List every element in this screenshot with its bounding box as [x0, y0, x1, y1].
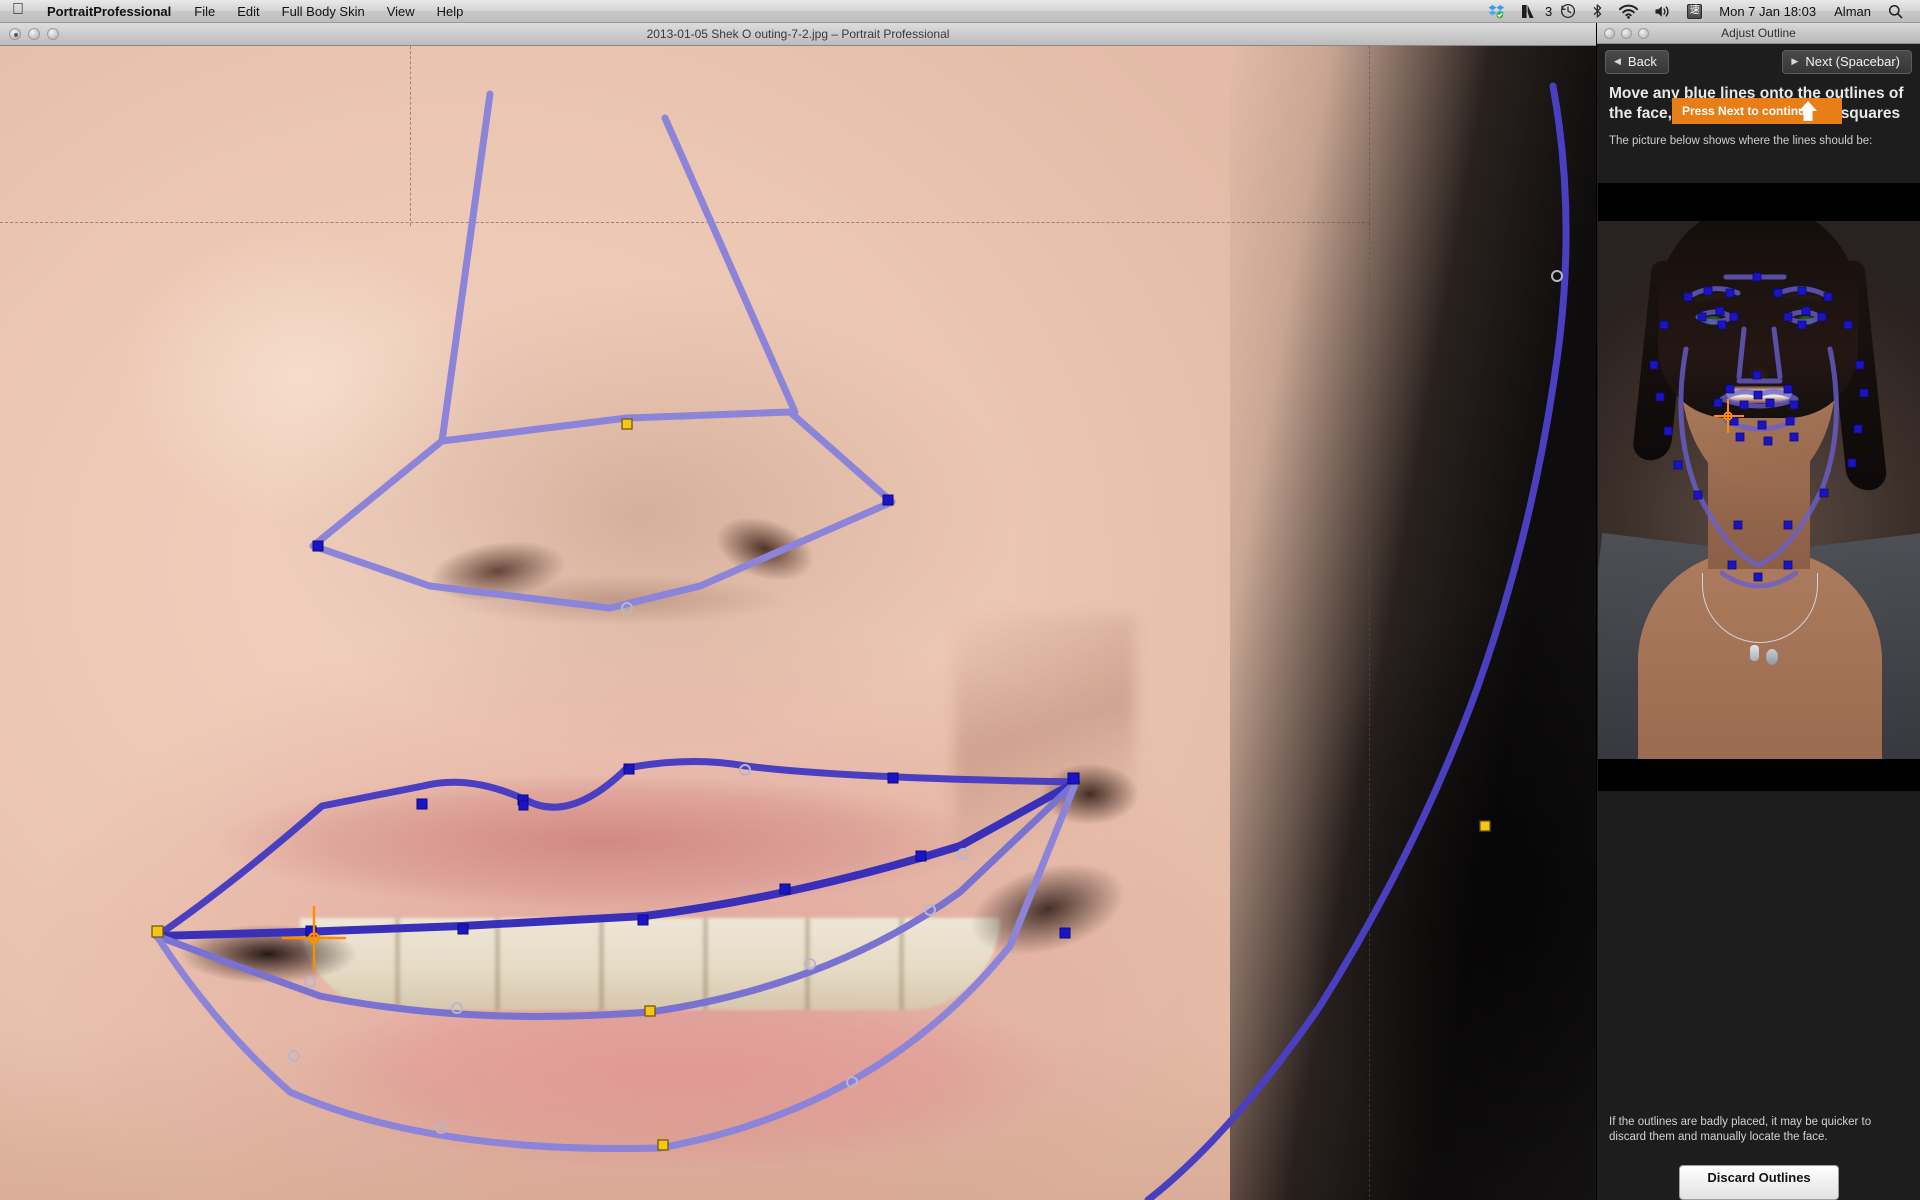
reference-portrait — [1598, 221, 1920, 759]
handle-circle — [957, 848, 969, 860]
handle-square-blue — [312, 540, 324, 552]
press-next-tooltip-label: Press Next to continue — [1682, 104, 1813, 118]
reference-outline-overlay — [1649, 272, 1869, 589]
handle-square-blue — [779, 883, 791, 895]
document-titlebar: 2013-01-05 Shek O outing-7-2.jpg – Portr… — [0, 23, 1596, 46]
handle-square-blue — [887, 772, 899, 784]
face-edge-outline[interactable] — [1144, 82, 1570, 1200]
press-next-tooltip[interactable]: Press Next to continue — [1672, 98, 1842, 124]
menu-file[interactable]: File — [183, 4, 226, 19]
menubar-status-area: 3 速 Mon 7 Jan 18:03 Alman — [1480, 0, 1920, 23]
nose-bridge-lines[interactable] — [438, 90, 799, 445]
menubar-app-name[interactable]: PortraitProfessional — [35, 4, 183, 19]
discard-outlines-button[interactable]: Discard Outlines — [1679, 1165, 1839, 1200]
adobe-badge-count: 3 — [1545, 3, 1553, 19]
adjust-outline-panel: Adjust Outline ◀ Back ▶ Next (Spacebar) … — [1596, 23, 1920, 1200]
adobe-icon[interactable] — [1513, 0, 1543, 23]
volume-icon[interactable] — [1646, 0, 1679, 23]
panel-title: Adjust Outline — [1721, 26, 1796, 40]
handle-circle — [1551, 270, 1563, 282]
input-method-label: 速 — [1687, 3, 1703, 19]
menu-full-body-skin[interactable]: Full Body Skin — [271, 4, 376, 19]
handle-circle — [288, 1050, 300, 1062]
handle-circle — [435, 1122, 447, 1134]
panel-footer: If the outlines are badly placed, it may… — [1597, 1115, 1920, 1200]
image-canvas[interactable] — [0, 46, 1596, 1200]
zoom-button[interactable] — [47, 28, 59, 40]
panel-nav-row: ◀ Back ▶ Next (Spacebar) — [1597, 44, 1920, 79]
next-button[interactable]: ▶ Next (Spacebar) — [1782, 50, 1912, 74]
wifi-icon[interactable] — [1611, 0, 1646, 23]
handle-square-yellow — [1479, 820, 1491, 832]
document-title: 2013-01-05 Shek O outing-7-2.jpg – Portr… — [646, 27, 950, 41]
handle-square-yellow — [151, 925, 164, 938]
handle-square-yellow — [657, 1139, 669, 1151]
nose-outline[interactable] — [309, 408, 896, 612]
screen:  PortraitProfessional File Edit Full Bo… — [0, 0, 1920, 1200]
time-machine-icon[interactable] — [1552, 0, 1584, 23]
handle-square-blue — [623, 763, 635, 775]
close-button[interactable] — [9, 28, 21, 40]
handle-square-yellow — [621, 418, 633, 430]
handle-circle — [804, 958, 816, 970]
handle-square-blue — [1059, 927, 1071, 939]
panel-sub-instruction: The picture below shows where the lines … — [1609, 134, 1873, 147]
handle-square-blue — [518, 800, 529, 811]
lower-lip-outer-curve[interactable] — [153, 778, 1080, 1153]
handle-square-blue — [1067, 772, 1080, 785]
minimize-button[interactable] — [28, 28, 40, 40]
arrow-up-icon — [1799, 101, 1817, 121]
menu-edit[interactable]: Edit — [226, 4, 270, 19]
discard-hint-text: If the outlines are badly placed, it may… — [1609, 1115, 1872, 1143]
document-window: 2013-01-05 Shek O outing-7-2.jpg – Portr… — [0, 23, 1596, 1200]
outline-handles[interactable] — [151, 270, 1563, 1151]
handle-square-blue — [882, 494, 894, 506]
triangle-left-icon: ◀ — [1614, 56, 1621, 66]
window-traffic-lights — [0, 28, 59, 40]
back-button[interactable]: ◀ Back — [1605, 50, 1669, 74]
input-method-icon[interactable]: 速 — [1679, 0, 1710, 23]
inner-mouth-lower-curve[interactable] — [153, 778, 1080, 1020]
menu-help[interactable]: Help — [426, 4, 475, 19]
handle-square-blue — [637, 914, 649, 926]
menubar-left:  PortraitProfessional File Edit Full Bo… — [0, 2, 474, 20]
panel-titlebar: Adjust Outline — [1597, 23, 1920, 44]
menubar-clock[interactable]: Mon 7 Jan 18:03 — [1710, 4, 1825, 19]
menu-view[interactable]: View — [376, 4, 426, 19]
triangle-right-icon: ▶ — [1791, 56, 1799, 66]
search-icon[interactable] — [1880, 0, 1911, 23]
face-outline-overlay[interactable] — [0, 46, 1596, 1200]
next-button-label: Next (Spacebar) — [1805, 54, 1900, 69]
reference-image-panel — [1598, 183, 1920, 791]
bluetooth-icon[interactable] — [1584, 0, 1611, 23]
macos-menubar:  PortraitProfessional File Edit Full Bo… — [0, 0, 1920, 23]
crosshair-cursor — [282, 906, 346, 971]
apple-icon[interactable]:  — [8, 2, 35, 20]
back-button-label: Back — [1627, 54, 1657, 69]
handle-circle — [304, 976, 316, 988]
handle-square-blue — [915, 850, 927, 862]
dropbox-icon[interactable] — [1480, 0, 1513, 23]
handle-square-yellow — [644, 1005, 656, 1017]
handle-square-blue — [416, 798, 428, 810]
menubar-user[interactable]: Alman — [1825, 4, 1880, 19]
handle-square-blue — [457, 923, 469, 935]
mouth-line[interactable] — [153, 778, 1080, 940]
